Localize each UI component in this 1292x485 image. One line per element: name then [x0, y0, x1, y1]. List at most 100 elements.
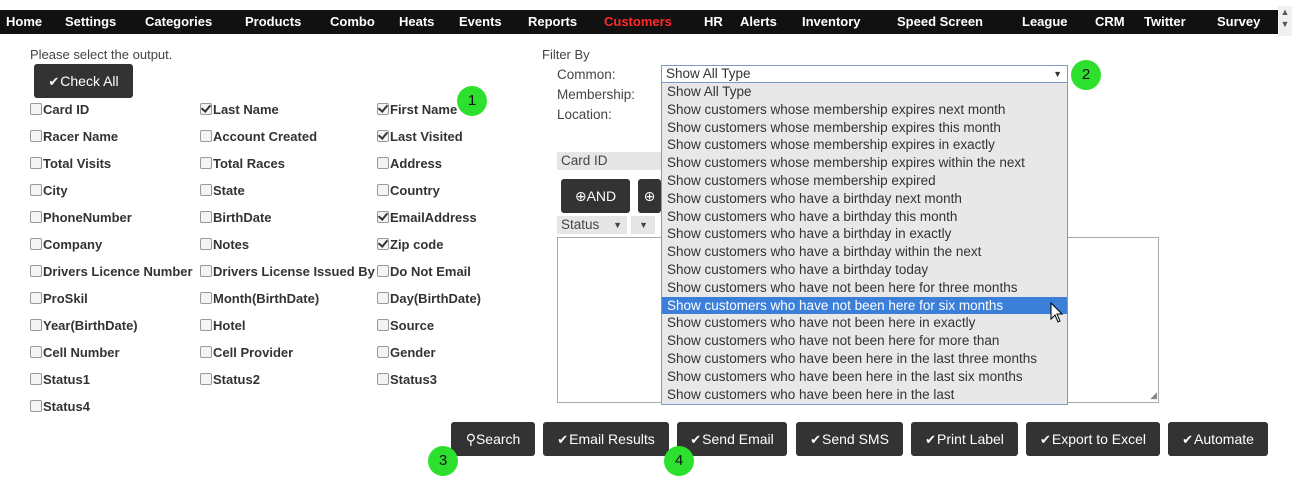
nav-reports[interactable]: Reports	[528, 10, 577, 34]
checkbox[interactable]	[200, 373, 212, 385]
common-filter-select[interactable]: Show All Type ▼	[661, 65, 1068, 83]
resize-handle-icon[interactable]: ◢	[1150, 390, 1157, 401]
checkbox[interactable]	[377, 184, 389, 196]
checkbox[interactable]	[200, 184, 212, 196]
dropdown-option[interactable]: Show customers whose membership expired	[662, 172, 1067, 190]
dropdown-option[interactable]: Show customers who have not been here fo…	[662, 332, 1067, 350]
field-status3[interactable]: Status3	[377, 372, 437, 388]
nav-settings[interactable]: Settings	[65, 10, 116, 34]
checkbox[interactable]	[30, 157, 42, 169]
field-birthdate[interactable]: BirthDate	[200, 210, 272, 226]
field-state[interactable]: State	[200, 183, 245, 199]
field-hotel[interactable]: Hotel	[200, 318, 246, 334]
checkbox[interactable]	[377, 130, 389, 142]
checkbox[interactable]	[377, 265, 389, 277]
checkbox[interactable]	[377, 319, 389, 331]
field-email-address[interactable]: EmailAddress	[377, 210, 477, 226]
dropdown-option[interactable]: Show customers whose membership expires …	[662, 154, 1067, 172]
nav-home[interactable]: Home	[6, 10, 42, 34]
checkbox[interactable]	[30, 400, 42, 412]
dropdown-option[interactable]: Show customers who have a birthday withi…	[662, 243, 1067, 261]
field-status1[interactable]: Status1	[30, 372, 90, 388]
checkbox[interactable]	[200, 292, 212, 304]
checkbox[interactable]	[200, 157, 212, 169]
dropdown-option[interactable]: Show customers who have been here in the…	[662, 386, 1067, 404]
dropdown-option[interactable]: Show customers who have a birthday in ex…	[662, 225, 1067, 243]
field-city[interactable]: City	[30, 183, 68, 199]
field-total-visits[interactable]: Total Visits	[30, 156, 111, 172]
nav-alerts[interactable]: Alerts	[740, 10, 777, 34]
send-email-button[interactable]: ✔Send Email	[677, 422, 787, 456]
field-phone-number[interactable]: PhoneNumber	[30, 210, 132, 226]
dropdown-option[interactable]: Show All Type	[662, 83, 1067, 101]
dropdown-option[interactable]: Show customers who have not been here fo…	[662, 279, 1067, 297]
operator-select[interactable]: ▼	[631, 216, 655, 234]
checkbox[interactable]	[30, 238, 42, 250]
check-all-button[interactable]: ✔Check All	[34, 64, 133, 98]
checkbox[interactable]	[377, 157, 389, 169]
field-zip-code[interactable]: Zip code	[377, 237, 443, 253]
field-last-visited[interactable]: Last Visited	[377, 129, 463, 145]
nav-categories[interactable]: Categories	[145, 10, 212, 34]
field-source[interactable]: Source	[377, 318, 434, 334]
checkbox[interactable]	[30, 346, 42, 358]
field-drivers-license-issued-by[interactable]: Drivers License Issued By	[200, 264, 375, 280]
field-do-not-email[interactable]: Do Not Email	[377, 264, 471, 280]
checkbox[interactable]	[30, 130, 42, 142]
checkbox[interactable]	[30, 373, 42, 385]
field-status4[interactable]: Status4	[30, 399, 90, 415]
field-total-races[interactable]: Total Races	[200, 156, 285, 172]
dropdown-option[interactable]: Show customers whose membership expires …	[662, 136, 1067, 154]
checkbox[interactable]	[200, 238, 212, 250]
dropdown-option[interactable]: Show customers who have not been here in…	[662, 314, 1067, 332]
export-excel-button[interactable]: ✔Export to Excel	[1026, 422, 1160, 456]
checkbox[interactable]	[30, 103, 42, 115]
field-racer-name[interactable]: Racer Name	[30, 129, 118, 145]
checkbox[interactable]	[377, 292, 389, 304]
field-cell-number[interactable]: Cell Number	[30, 345, 120, 361]
dropdown-option[interactable]: Show customers whose membership expires …	[662, 101, 1067, 119]
checkbox[interactable]	[30, 292, 42, 304]
search-button[interactable]: ⚲Search	[451, 422, 535, 456]
field-address[interactable]: Address	[377, 156, 442, 172]
checkbox[interactable]	[200, 265, 212, 277]
and-button[interactable]: ⊕AND	[561, 179, 630, 213]
checkbox[interactable]	[200, 103, 212, 115]
dropdown-option[interactable]: Show customers whose membership expires …	[662, 119, 1067, 137]
checkbox[interactable]	[377, 373, 389, 385]
automate-button[interactable]: ✔Automate	[1168, 422, 1268, 456]
email-results-button[interactable]: ✔Email Results	[543, 422, 669, 456]
nav-survey[interactable]: Survey	[1217, 10, 1260, 34]
field-account-created[interactable]: Account Created	[200, 129, 317, 145]
field-first-name[interactable]: First Name	[377, 102, 457, 118]
nav-league[interactable]: League	[1022, 10, 1068, 34]
nav-products[interactable]: Products	[245, 10, 301, 34]
field-card-id[interactable]: Card ID	[30, 102, 89, 118]
send-sms-button[interactable]: ✔Send SMS	[796, 422, 903, 456]
status-select[interactable]: Status ▼	[557, 216, 627, 234]
field-notes[interactable]: Notes	[200, 237, 249, 253]
field-company[interactable]: Company	[30, 237, 102, 253]
field-proskil[interactable]: ProSkil	[30, 291, 88, 307]
field-drivers-licence-number[interactable]: Drivers Licence Number	[30, 264, 193, 280]
nav-twitter[interactable]: Twitter	[1144, 10, 1186, 34]
nav-combo[interactable]: Combo	[330, 10, 375, 34]
checkbox[interactable]	[30, 265, 42, 277]
dropdown-option[interactable]: Show customers who have a birthday this …	[662, 208, 1067, 226]
dropdown-option[interactable]: Show customers who have not been here fo…	[662, 296, 1067, 315]
field-country[interactable]: Country	[377, 183, 440, 199]
field-last-name[interactable]: Last Name	[200, 102, 279, 118]
dropdown-option[interactable]: Show customers who have been here in the…	[662, 350, 1067, 368]
checkbox[interactable]	[200, 346, 212, 358]
nav-crm[interactable]: CRM	[1095, 10, 1125, 34]
filter-field-select[interactable]: Card ID	[557, 152, 661, 170]
checkbox[interactable]	[30, 211, 42, 223]
nav-heats[interactable]: Heats	[399, 10, 434, 34]
nav-scroll-arrows[interactable]: ▲ ▼	[1278, 6, 1292, 36]
checkbox[interactable]	[377, 211, 389, 223]
dropdown-option[interactable]: Show customers who have a birthday next …	[662, 190, 1067, 208]
field-day-birthdate[interactable]: Day(BirthDate)	[377, 291, 481, 307]
nav-hr[interactable]: HR	[704, 10, 723, 34]
checkbox[interactable]	[200, 211, 212, 223]
dropdown-option[interactable]: Show customers who have been here in the…	[662, 368, 1067, 386]
